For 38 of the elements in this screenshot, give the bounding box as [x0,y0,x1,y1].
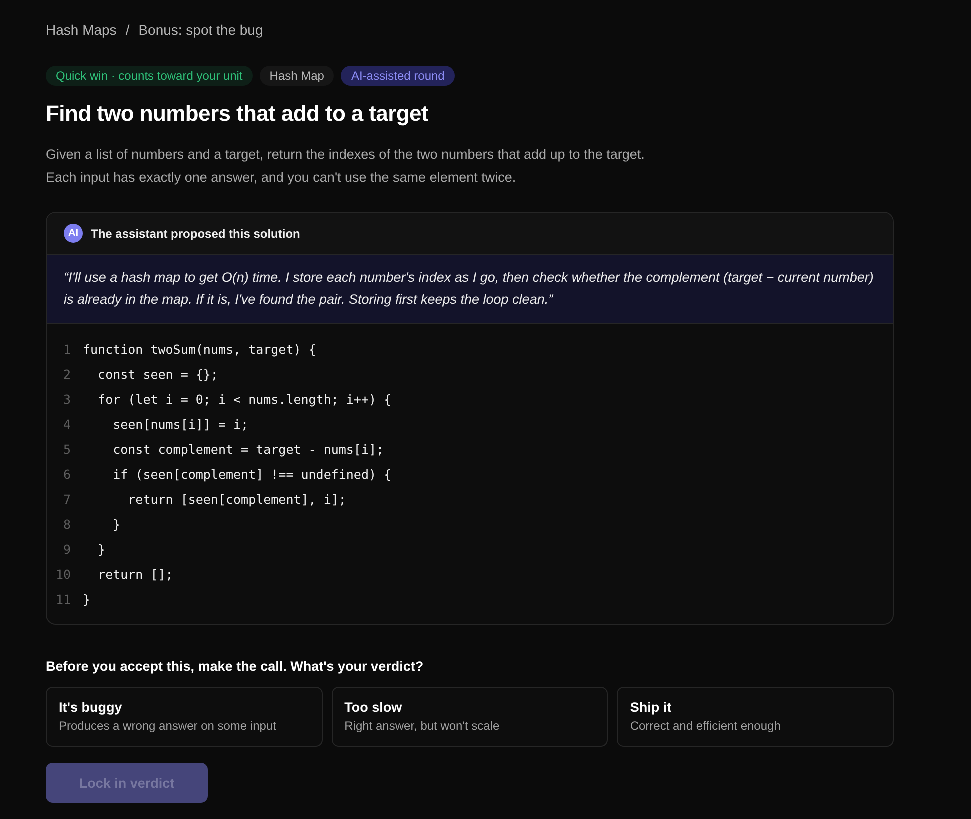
code-line: function twoSum(nums, target) { [83,342,316,357]
verdict-question: Before you accept this, make the call. What's your verdict? [46,659,425,674]
code-line: for (let i = 0; i < nums.length; i++) { [97,392,392,407]
description-text: Given a list of numbers and a target, return the indexes of the two numbers that add up to the target. [46,146,646,164]
assistant-quote: “I'll use a hash map to get O(n) time. I store each number's index as I go, then check whether the complement (target − current number) is already in the map. If it is, I've found the pair. Storing first keeps the loop clean.” [47,255,893,324]
line-number: 11 [54,592,72,607]
code-line: const complement = target - nums[i]; [112,442,384,457]
code-line: return []; [97,567,174,582]
ai-avatar: AI [64,224,83,243]
verdict-option[interactable]: It's buggy Produces a wrong answer on some input [46,687,323,747]
code-line: } [83,592,91,607]
page-title: Find two numbers that add to a target [46,101,430,127]
verdict-option[interactable]: Ship it Correct and efficient enough [617,687,894,747]
code-line: } [97,542,106,557]
breadcrumb-separator: / [126,22,130,40]
line-number: 7 [62,492,72,507]
code-line: if (seen[complement] !== undefined) { [112,467,392,482]
line-number: 10 [54,567,72,582]
tag: Hash Map [260,66,334,86]
line-number: 3 [62,392,72,407]
line-number: 5 [62,442,72,457]
tag: AI-assisted round [341,66,455,86]
description-text: Each input has exactly one answer, and you can't use the same element twice. [46,169,518,187]
code-line: const seen = {}; [97,367,218,382]
line-number: 6 [62,467,72,482]
line-number: 2 [62,367,72,382]
breadcrumb-item[interactable]: Bonus: spot the bug [138,22,264,40]
line-number: 4 [62,417,72,432]
line-number: 1 [62,342,72,357]
verdict-option[interactable]: Too slow Right answer, but won't scale [332,687,608,747]
code-line: seen[nums[i]] = i; [112,417,249,432]
breadcrumb-item[interactable]: Hash Maps [46,22,117,40]
code-line: } [112,517,121,532]
line-number: 8 [62,517,72,532]
card-title: The assistant proposed this solution [91,226,300,240]
tag: Quick win · counts toward your unit [46,66,253,86]
code-line: return [seen[complement], i]; [127,492,346,507]
line-number: 9 [62,542,72,557]
